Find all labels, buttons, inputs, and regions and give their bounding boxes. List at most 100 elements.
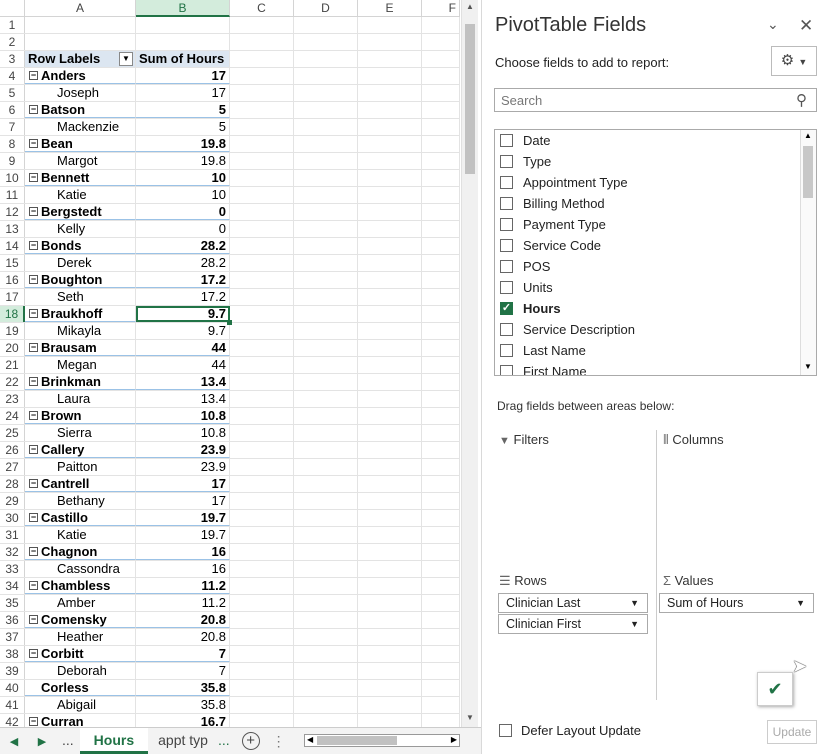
field-checkbox[interactable] <box>500 155 513 168</box>
empty-cell[interactable] <box>294 629 358 645</box>
row-number[interactable]: 19 <box>0 323 25 339</box>
column-header-c[interactable]: C <box>230 0 294 17</box>
empty-cell[interactable] <box>422 697 460 713</box>
group-value-cell[interactable]: 5 <box>136 102 230 118</box>
empty-cell[interactable] <box>230 408 294 424</box>
empty-cell[interactable] <box>230 221 294 237</box>
empty-cell[interactable] <box>422 595 460 611</box>
close-icon[interactable]: ✕ <box>799 16 813 36</box>
group-label-cell[interactable]: − Brinkman <box>25 374 136 390</box>
row-number[interactable]: 38 <box>0 646 25 662</box>
empty-cell[interactable] <box>230 272 294 288</box>
item-value-cell[interactable]: 44 <box>136 357 230 373</box>
group-value-cell[interactable]: 0 <box>136 204 230 220</box>
empty-cell[interactable] <box>358 340 422 356</box>
empty-cell[interactable] <box>230 255 294 271</box>
empty-cell[interactable] <box>422 425 460 441</box>
empty-cell[interactable] <box>358 357 422 373</box>
empty-cell[interactable] <box>358 697 422 713</box>
group-value-cell[interactable]: 17 <box>136 68 230 84</box>
empty-cell[interactable] <box>230 323 294 339</box>
empty-cell[interactable] <box>422 204 460 220</box>
row-number[interactable]: 13 <box>0 221 25 237</box>
group-label-cell[interactable]: − Anders <box>25 68 136 84</box>
collapse-icon[interactable]: − <box>29 717 38 727</box>
collapse-icon[interactable]: − <box>29 343 38 353</box>
item-label-cell[interactable]: Bethany <box>25 493 136 509</box>
field-checkbox[interactable]: ✓ <box>500 302 513 315</box>
group-label-cell[interactable]: − Corbitt <box>25 646 136 662</box>
scroll-down-icon[interactable]: ▼ <box>466 713 474 722</box>
empty-cell[interactable] <box>358 612 422 628</box>
empty-cell[interactable] <box>294 527 358 543</box>
empty-cell[interactable] <box>358 493 422 509</box>
empty-cell[interactable] <box>358 459 422 475</box>
collapse-icon[interactable]: − <box>29 615 38 625</box>
empty-cell[interactable] <box>230 204 294 220</box>
row-number[interactable]: 15 <box>0 255 25 271</box>
scroll-up-icon[interactable]: ▲ <box>466 2 474 11</box>
empty-cell[interactable] <box>294 306 358 322</box>
empty-cell[interactable] <box>422 391 460 407</box>
filter-dropdown-icon[interactable]: ▼ <box>119 52 133 66</box>
fill-handle[interactable] <box>227 320 232 325</box>
empty-cell[interactable] <box>294 119 358 135</box>
empty-cell[interactable] <box>230 153 294 169</box>
empty-cell[interactable] <box>358 136 422 152</box>
empty-cell[interactable] <box>294 459 358 475</box>
empty-cell[interactable] <box>294 595 358 611</box>
empty-cell[interactable] <box>230 612 294 628</box>
field-checkbox[interactable] <box>500 134 513 147</box>
empty-cell[interactable] <box>136 17 230 33</box>
splitter-dots-icon[interactable]: ⋮ <box>272 733 286 750</box>
field-scroll-down-icon[interactable]: ▼ <box>804 362 812 371</box>
empty-cell[interactable] <box>358 680 422 696</box>
group-value-cell[interactable]: 13.4 <box>136 374 230 390</box>
row-number[interactable]: 7 <box>0 119 25 135</box>
row-number[interactable]: 39 <box>0 663 25 679</box>
empty-cell[interactable] <box>422 510 460 526</box>
group-label-cell[interactable]: − Bonds <box>25 238 136 254</box>
empty-cell[interactable] <box>422 578 460 594</box>
field-item[interactable]: Last Name <box>495 340 816 361</box>
group-value-cell[interactable]: 35.8 <box>136 680 230 696</box>
empty-cell[interactable] <box>422 34 460 50</box>
field-checkbox[interactable] <box>500 365 513 375</box>
empty-cell[interactable] <box>358 187 422 203</box>
empty-cell[interactable] <box>422 136 460 152</box>
row-number[interactable]: 29 <box>0 493 25 509</box>
collapse-icon[interactable]: − <box>29 309 38 319</box>
search-icon[interactable]: ⚲ <box>796 91 807 109</box>
empty-cell[interactable] <box>294 34 358 50</box>
field-checkbox[interactable] <box>500 344 513 357</box>
field-item[interactable]: Service Code <box>495 235 816 256</box>
group-value-cell[interactable]: 10 <box>136 170 230 186</box>
row-number[interactable]: 40 <box>0 680 25 696</box>
empty-cell[interactable] <box>294 323 358 339</box>
empty-cell[interactable] <box>358 476 422 492</box>
empty-cell[interactable] <box>422 663 460 679</box>
empty-cell[interactable] <box>294 17 358 33</box>
collapse-icon[interactable]: − <box>29 547 38 557</box>
empty-cell[interactable] <box>422 17 460 33</box>
collapse-icon[interactable]: − <box>29 581 38 591</box>
collapse-icon[interactable]: − <box>29 105 38 115</box>
empty-cell[interactable] <box>358 170 422 186</box>
group-value-cell[interactable]: 17 <box>136 476 230 492</box>
row-number[interactable]: 16 <box>0 272 25 288</box>
item-value-cell[interactable]: 13.4 <box>136 391 230 407</box>
group-label-cell[interactable]: − Brown <box>25 408 136 424</box>
empty-cell[interactable] <box>422 340 460 356</box>
empty-cell[interactable] <box>358 408 422 424</box>
item-value-cell[interactable]: 16 <box>136 561 230 577</box>
collapse-icon[interactable]: − <box>29 275 38 285</box>
field-scroll-thumb[interactable] <box>803 146 813 198</box>
empty-cell[interactable] <box>358 221 422 237</box>
group-value-cell[interactable]: 17.2 <box>136 272 230 288</box>
empty-cell[interactable] <box>25 17 136 33</box>
column-header-d[interactable]: D <box>294 0 358 17</box>
field-item[interactable]: First Name <box>495 361 816 375</box>
item-value-cell[interactable]: 23.9 <box>136 459 230 475</box>
empty-cell[interactable] <box>294 391 358 407</box>
empty-cell[interactable] <box>230 459 294 475</box>
